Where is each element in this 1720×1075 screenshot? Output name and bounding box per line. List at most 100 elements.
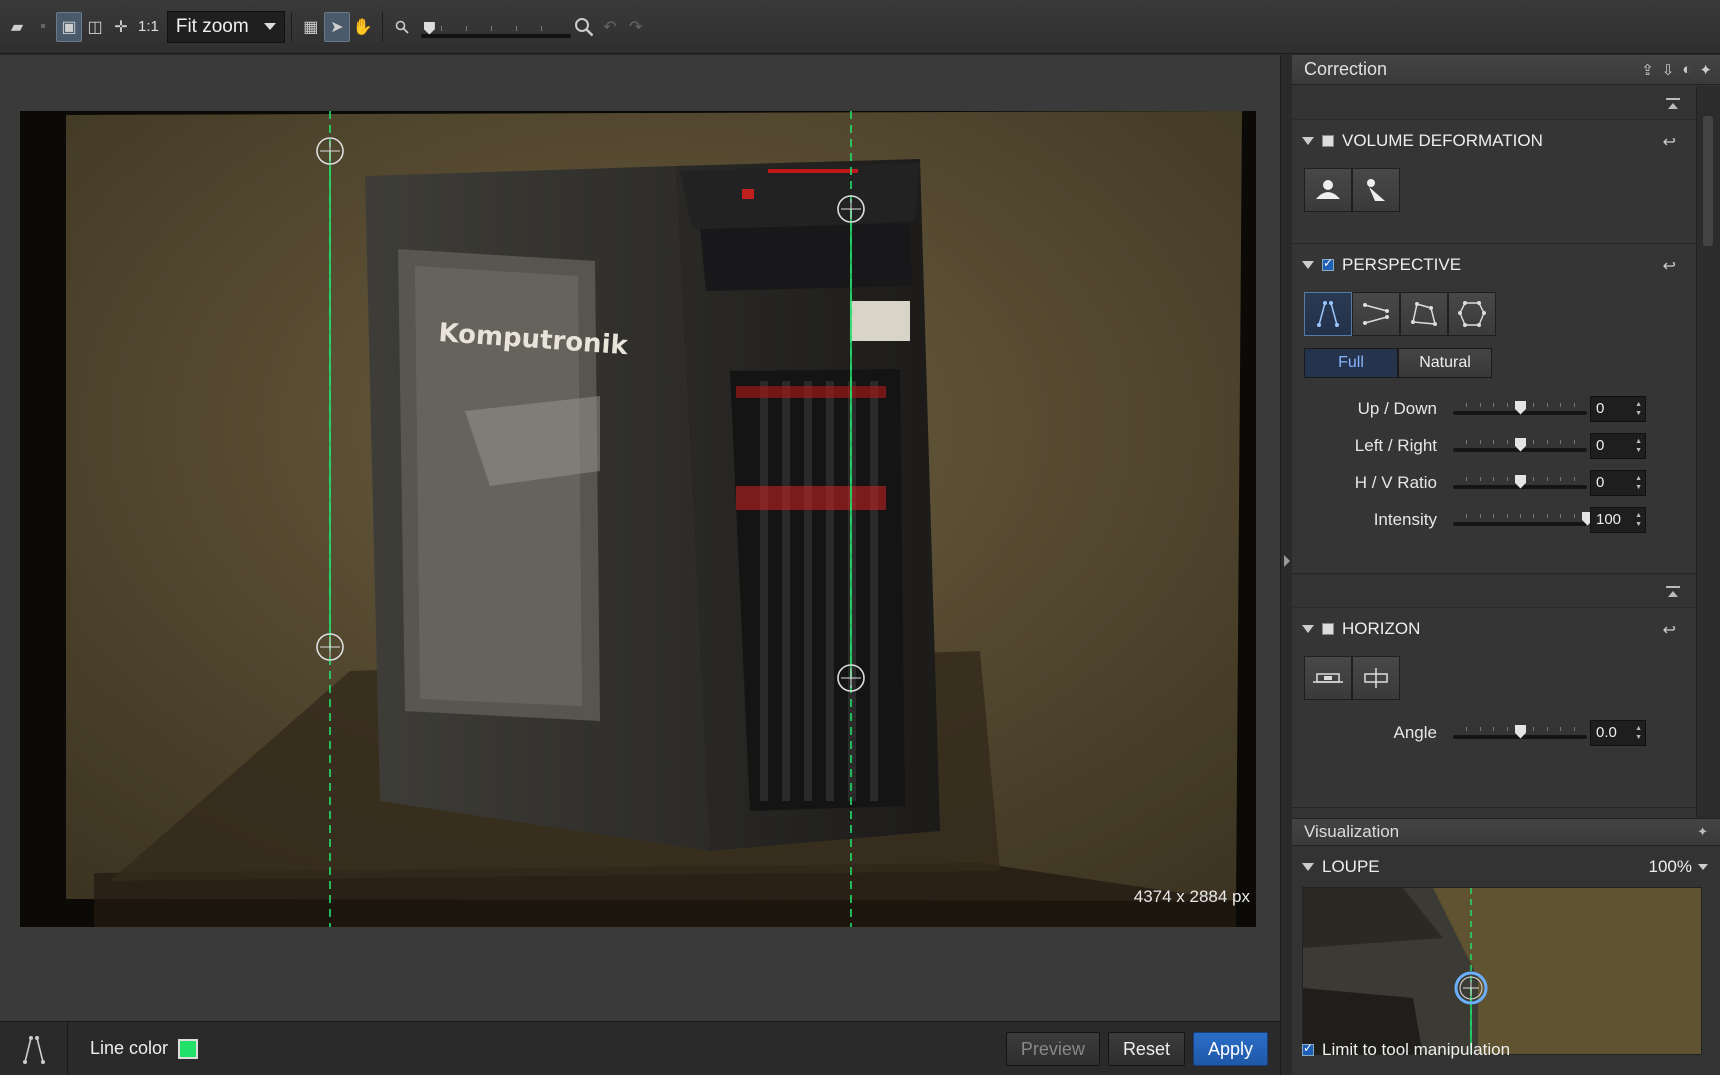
collapse-all-icon[interactable] bbox=[1666, 586, 1680, 598]
pointer-tool-icon[interactable]: ➤ bbox=[323, 11, 350, 42]
collapse-all-icon[interactable] bbox=[1666, 98, 1680, 110]
reset-all-icon[interactable]: ◐ bbox=[1682, 61, 1691, 79]
split-view-icon[interactable]: ◫ bbox=[82, 12, 108, 42]
panel-header-icons: ⇪ ⇩ ◐ ✦ bbox=[1641, 61, 1712, 79]
perspective-vertical-tool[interactable] bbox=[1304, 292, 1352, 336]
top-toolbar: ▰ ▪ ▣ ◫ ✛ 1:1 Fit zoom ▦ ➤ ✋ ↶ ↷ bbox=[0, 0, 1720, 54]
limit-to-tool-checkbox[interactable] bbox=[1302, 1041, 1314, 1056]
spinner-icon[interactable]: ▲ ▼ bbox=[1635, 400, 1642, 418]
line-color-swatch[interactable] bbox=[178, 1038, 199, 1059]
volume-reset-icon[interactable]: ↩ bbox=[1663, 132, 1676, 152]
image-canvas[interactable]: Komputronik 4374 x 2884 px bbox=[0, 55, 1280, 1021]
preview-button[interactable]: Preview bbox=[1005, 1032, 1100, 1066]
zoom-slider-tick bbox=[440, 25, 442, 31]
expand-triangle-icon[interactable] bbox=[1302, 137, 1314, 145]
import-preset-icon[interactable]: ⇩ bbox=[1662, 61, 1675, 79]
guide-handle-bottom-right[interactable] bbox=[837, 664, 865, 692]
horizon-reset-icon[interactable]: ↩ bbox=[1663, 620, 1676, 640]
volume-vertical-tool[interactable] bbox=[1352, 168, 1400, 212]
panel-scrollbar[interactable] bbox=[1696, 86, 1720, 818]
slider-tick bbox=[1493, 726, 1495, 731]
guide-handle-bottom-left[interactable] bbox=[316, 633, 344, 661]
zoom-one-to-one-button[interactable]: 1:1 bbox=[134, 18, 163, 35]
mode-natural-button[interactable]: Natural bbox=[1398, 348, 1492, 378]
perspective-enable-checkbox[interactable] bbox=[1322, 256, 1334, 271]
slider-tick bbox=[1546, 726, 1548, 731]
scrollbar-thumb[interactable] bbox=[1703, 116, 1713, 246]
collapse-arrow-icon[interactable] bbox=[1284, 555, 1290, 567]
zoom-slider-thumb[interactable] bbox=[423, 21, 435, 35]
angle-value-field[interactable]: 0.0 ▲ ▼ bbox=[1590, 719, 1646, 746]
slider-tick bbox=[1560, 476, 1562, 481]
angle-slider[interactable] bbox=[1453, 723, 1587, 743]
intensity-value-field[interactable]: 100 ▲ ▼ bbox=[1590, 506, 1646, 533]
slider-label: H / V Ratio bbox=[1354, 472, 1437, 492]
power-button bbox=[742, 189, 754, 199]
undo-icon[interactable]: ↶ bbox=[597, 12, 623, 42]
panel-splitter[interactable] bbox=[1280, 55, 1292, 1075]
expand-triangle-icon[interactable] bbox=[1302, 261, 1314, 269]
grid-icon[interactable]: ▦ bbox=[298, 12, 324, 42]
loupe-header[interactable]: LOUPE 100% bbox=[1292, 847, 1720, 887]
zoom-out-icon[interactable] bbox=[389, 12, 415, 42]
loupe-zoom-select[interactable]: 100% bbox=[1649, 857, 1708, 877]
open-folder-icon[interactable]: ▰ bbox=[4, 12, 30, 42]
slider-tick bbox=[1573, 402, 1575, 407]
up-down-value-field[interactable]: 0 ▲ ▼ bbox=[1590, 395, 1646, 422]
zoom-mode-value: Fit zoom bbox=[175, 15, 249, 37]
zoom-in-icon[interactable] bbox=[571, 12, 597, 42]
perspective-tool-icon[interactable] bbox=[0, 1021, 68, 1075]
horizon-header[interactable]: HORIZON ↩ bbox=[1292, 608, 1696, 650]
mode-full-button[interactable]: Full bbox=[1304, 348, 1398, 378]
collapse-strip bbox=[1292, 574, 1696, 608]
horizon-horizontal-tool[interactable] bbox=[1304, 656, 1352, 700]
apply-button[interactable]: Apply bbox=[1192, 1032, 1268, 1066]
hv-ratio-value-field[interactable]: 0 ▲ ▼ bbox=[1590, 469, 1646, 496]
slider-label: Up / Down bbox=[1357, 398, 1437, 418]
horizon-vertical-tool[interactable] bbox=[1352, 656, 1400, 700]
zoom-mode-select[interactable]: Fit zoom bbox=[166, 10, 285, 43]
slider-tick bbox=[1533, 726, 1535, 731]
intensity-slider[interactable] bbox=[1453, 510, 1593, 530]
reset-button[interactable]: Reset bbox=[1107, 1032, 1185, 1066]
move-icon[interactable]: ✛ bbox=[108, 12, 134, 42]
single-view-icon[interactable]: ▣ bbox=[56, 11, 82, 42]
spinner-icon[interactable]: ▲ ▼ bbox=[1635, 511, 1642, 529]
perspective-horizontal-tool[interactable] bbox=[1352, 292, 1400, 336]
volume-horizontal-tool[interactable] bbox=[1304, 168, 1352, 212]
save-icon[interactable]: ▪ bbox=[30, 12, 56, 42]
guide-handle-top-left[interactable] bbox=[316, 137, 344, 165]
hv-ratio-slider[interactable] bbox=[1453, 473, 1587, 493]
photo-preview[interactable]: Komputronik bbox=[20, 111, 1256, 927]
left-right-slider[interactable] bbox=[1453, 436, 1587, 456]
correction-scroll-area[interactable]: VOLUME DEFORMATION ↩ PERSPECTI bbox=[1292, 86, 1696, 818]
volume-enable-checkbox[interactable] bbox=[1322, 135, 1334, 147]
expand-triangle-icon[interactable] bbox=[1302, 863, 1314, 871]
guide-handle-top-right[interactable] bbox=[837, 195, 865, 223]
left-right-value-field[interactable]: 0 ▲ ▼ bbox=[1590, 432, 1646, 459]
slider-tick bbox=[1573, 726, 1575, 731]
pin-icon[interactable]: ✦ bbox=[1699, 61, 1712, 79]
hand-tool-icon[interactable]: ✋ bbox=[350, 12, 376, 42]
pin-icon[interactable]: ✦ bbox=[1697, 824, 1708, 840]
spinner-icon[interactable]: ▲ ▼ bbox=[1635, 724, 1642, 742]
volume-title: VOLUME DEFORMATION bbox=[1342, 131, 1543, 150]
volume-header[interactable]: VOLUME DEFORMATION ↩ bbox=[1292, 120, 1696, 162]
zoom-slider[interactable] bbox=[420, 12, 571, 42]
perspective-eight-point-tool[interactable] bbox=[1448, 292, 1496, 336]
limit-to-tool-row[interactable]: Limit to tool manipulation bbox=[1302, 1040, 1510, 1060]
perspective-header[interactable]: PERSPECTIVE ↩ bbox=[1292, 244, 1696, 286]
slider-tick bbox=[1493, 439, 1495, 444]
redo-icon[interactable]: ↷ bbox=[623, 12, 649, 42]
perspective-reset-icon[interactable]: ↩ bbox=[1663, 256, 1676, 276]
spinner-icon[interactable]: ▲ ▼ bbox=[1635, 437, 1642, 455]
expand-triangle-icon[interactable] bbox=[1302, 625, 1314, 633]
perspective-rectangle-tool[interactable] bbox=[1400, 292, 1448, 336]
slider-row-left-right: Left / Right 0 ▲ ▼ bbox=[1292, 427, 1696, 464]
chevron-down-icon bbox=[263, 23, 276, 30]
export-preset-icon[interactable]: ⇪ bbox=[1641, 61, 1654, 79]
horizon-enable-checkbox[interactable] bbox=[1322, 623, 1334, 635]
slider-tick bbox=[1479, 726, 1481, 731]
spinner-icon[interactable]: ▲ ▼ bbox=[1635, 474, 1642, 492]
up-down-slider[interactable] bbox=[1453, 399, 1587, 419]
